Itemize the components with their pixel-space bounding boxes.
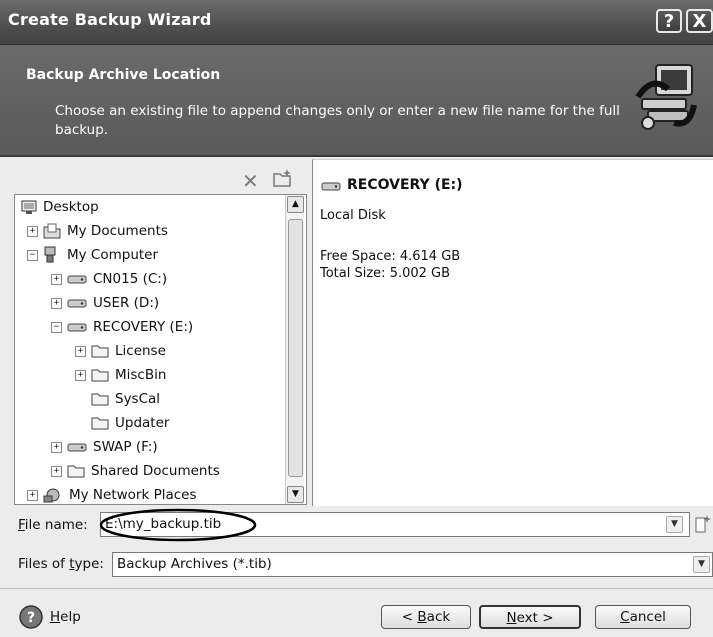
folder-icon	[91, 417, 109, 430]
total-size: Total Size: 5.002 GB	[320, 266, 451, 281]
title-bar: Create Backup Wizard ? X	[0, 0, 713, 45]
tree-item-label: CN015 (C:)	[93, 271, 168, 287]
step-description: Choose an existing file to append change…	[55, 103, 620, 138]
tree-item-updater[interactable]: Updater	[91, 411, 169, 435]
tree-item-label: My Documents	[67, 223, 168, 239]
drive-icon	[67, 299, 87, 308]
tree-item-license[interactable]: + License	[75, 339, 166, 363]
folder-icon	[91, 345, 109, 358]
tree-item-label: USER (D:)	[93, 295, 160, 311]
svg-text:?: ?	[27, 610, 35, 626]
annotation-circle	[99, 508, 257, 542]
folder-icon	[91, 369, 109, 382]
expand-toggle[interactable]: +	[27, 225, 38, 237]
computer-icon	[44, 246, 56, 263]
cancel-button[interactable]: Cancel	[595, 605, 691, 629]
file-name-label: File name:	[18, 517, 88, 533]
tree-item-label: My Computer	[67, 247, 159, 263]
tree-item-desktop[interactable]: Desktop	[21, 195, 99, 219]
expand-toggle[interactable]: +	[51, 465, 62, 477]
tree-item-label: RECOVERY (E:)	[93, 319, 194, 335]
help-link[interactable]: Help	[50, 609, 81, 625]
tree-scrollbar[interactable]: ▲ ▼	[285, 195, 304, 504]
new-folder-icon[interactable]	[272, 168, 294, 188]
tree-item-label: Desktop	[43, 199, 99, 215]
backup-computer-icon	[635, 64, 697, 130]
tree-item-label: My Network Places	[69, 487, 197, 503]
details-pane: RECOVERY (E:) Local Disk Free Space: 4.6…	[312, 159, 713, 506]
folder-icon	[67, 465, 85, 478]
tree-item-label: Updater	[115, 415, 170, 431]
free-space: Free Space: 4.614 GB	[320, 249, 461, 264]
tree-item-drive-d[interactable]: + USER (D:)	[51, 291, 159, 315]
tree-item-label: License	[115, 343, 166, 359]
files-of-type-select[interactable]: Backup Archives (*.tib) ▼	[112, 552, 713, 577]
back-button[interactable]: < Back	[381, 605, 471, 629]
tree-item-my-documents[interactable]: + My Documents	[27, 219, 168, 243]
folder-tree[interactable]: Desktop + My Documents − My Computer + CN01…	[14, 194, 307, 505]
expand-toggle[interactable]: +	[51, 297, 62, 309]
tree-item-label: MiscBin	[115, 367, 167, 383]
desktop-icon	[21, 200, 37, 214]
selected-drive-title: RECOVERY (E:)	[347, 177, 463, 193]
drive-icon	[67, 275, 87, 284]
expand-toggle[interactable]: +	[27, 489, 38, 501]
footer-divider	[0, 588, 713, 589]
wizard-header: Backup Archive Location Choose an existi…	[0, 45, 713, 157]
drive-icon	[67, 323, 87, 332]
help-icon[interactable]: ?	[18, 604, 44, 630]
scroll-up-button[interactable]: ▲	[287, 196, 304, 213]
window-title: Create Backup Wizard	[8, 10, 212, 29]
tree-item-label: SWAP (F:)	[93, 439, 158, 455]
tree-toolbar: ✕	[14, 159, 310, 193]
tree-item-network-places[interactable]: + My Network Places	[27, 483, 197, 504]
chevron-down-icon[interactable]: ▼	[666, 516, 683, 533]
next-button[interactable]: Next >	[479, 605, 581, 629]
tree-item-drive-c[interactable]: + CN015 (C:)	[51, 267, 167, 291]
drive-icon	[321, 182, 341, 191]
tree-item-syscal[interactable]: SysCal	[91, 387, 160, 411]
step-heading: Backup Archive Location	[26, 67, 221, 83]
close-window-button[interactable]: X	[686, 9, 713, 33]
drive-type: Local Disk	[320, 208, 386, 223]
close-icon[interactable]: ✕	[242, 169, 259, 193]
files-of-type-value: Backup Archives (*.tib)	[117, 556, 272, 572]
tree-item-my-computer[interactable]: − My Computer	[27, 243, 158, 267]
expand-toggle[interactable]: +	[51, 441, 62, 453]
tree-item-drive-f[interactable]: + SWAP (F:)	[51, 435, 158, 459]
tree-item-miscbin[interactable]: + MiscBin	[75, 363, 166, 387]
drive-icon	[67, 443, 87, 452]
expand-toggle[interactable]: +	[75, 345, 86, 357]
tree-item-shared-documents[interactable]: + Shared Documents	[51, 459, 220, 483]
tree-item-drive-e[interactable]: − RECOVERY (E:)	[51, 315, 193, 339]
expand-toggle[interactable]: +	[51, 273, 62, 285]
files-of-type-label: Files of type:	[18, 556, 104, 572]
scrollbar-thumb[interactable]	[288, 219, 303, 477]
scroll-down-button[interactable]: ▼	[287, 486, 304, 503]
new-file-icon[interactable]	[694, 514, 712, 534]
tree-item-label: SysCal	[115, 391, 161, 407]
collapse-toggle[interactable]: −	[27, 249, 38, 261]
tree-item-label: Shared Documents	[91, 463, 220, 479]
folder-icon	[91, 393, 109, 406]
collapse-toggle[interactable]: −	[51, 321, 62, 333]
expand-toggle[interactable]: +	[75, 369, 86, 381]
chevron-down-icon[interactable]: ▼	[693, 556, 710, 573]
documents-folder-icon	[43, 223, 61, 239]
network-icon	[43, 488, 60, 503]
help-title-button[interactable]: ?	[656, 9, 682, 33]
backup-wizard-window: Create Backup Wizard ? X Backup Archive …	[0, 0, 713, 637]
